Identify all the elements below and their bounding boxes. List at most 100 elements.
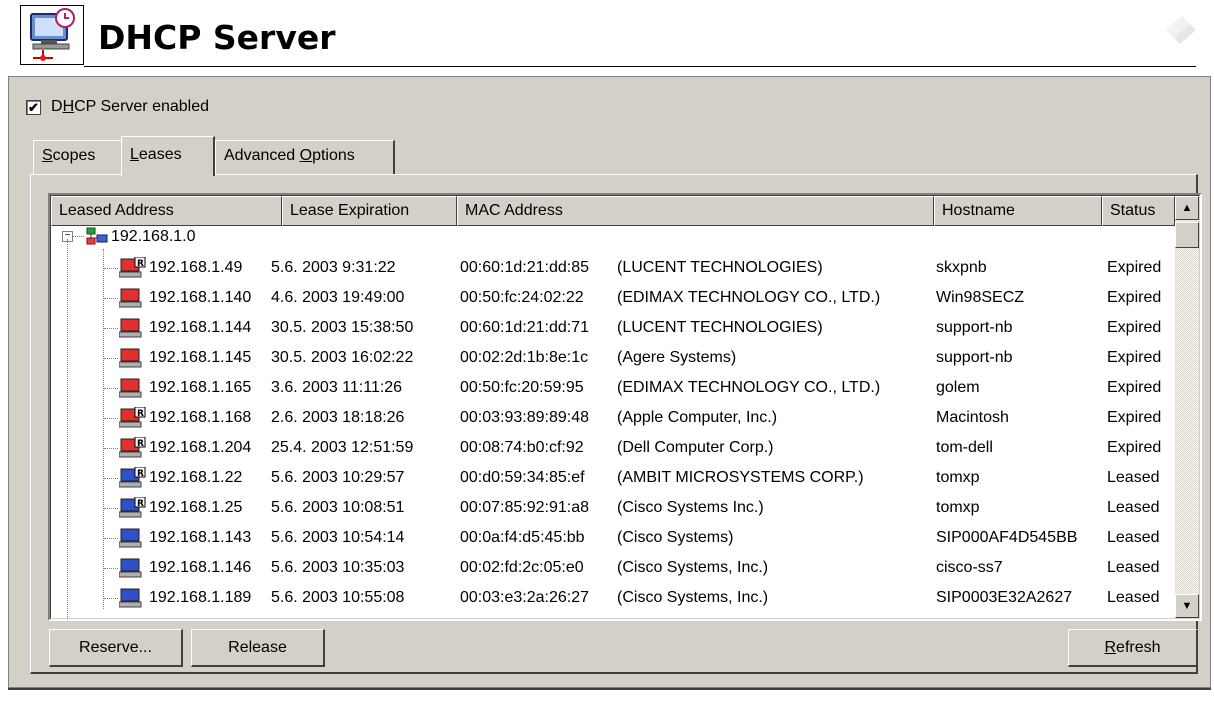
header-divider — [84, 66, 1196, 67]
mac-vendor: (AMBIT MICROSYSTEMS CORP.) — [617, 469, 864, 486]
lease-row[interactable]: 192.168.1.140 4.6. 2003 19:49:00 00:50:fc:… — [51, 283, 1173, 313]
computer-icon — [118, 287, 143, 309]
lease-expiration: 5.6. 2003 10:08:51 — [271, 499, 405, 516]
tab-advanced-options[interactable]: Advanced Options — [215, 140, 395, 174]
vertical-scrollbar[interactable]: ▲ ▼ — [1175, 196, 1199, 618]
computer-icon — [118, 527, 143, 549]
mac-vendor: (Cisco Systems, Inc.) — [617, 589, 769, 606]
dhcp-enabled-row[interactable]: ✔ DHCP Server enabled — [26, 97, 209, 117]
lease-row[interactable]: 192.168.1.165 3.6. 2003 11:11:26 00:50:fc:… — [51, 373, 1173, 403]
mac-address: 00:07:85:92:91:a8 — [460, 499, 590, 516]
hostname: tomxp — [936, 469, 980, 486]
hostname: support-nb — [936, 349, 1013, 366]
mac-vendor: (Cisco Systems) — [617, 529, 734, 546]
mac-vendor: (LUCENT TECHNOLOGIES) — [617, 259, 823, 276]
lease-address: 192.168.1.140 — [149, 289, 252, 306]
lease-row[interactable]: 192.168.1.189 5.6. 2003 10:55:08 00:03:e3:… — [51, 583, 1173, 613]
scrollbar-thumb[interactable] — [1175, 222, 1199, 248]
lease-address: 192.168.1.146 — [149, 559, 252, 576]
lease-status: Expired — [1107, 379, 1162, 396]
lease-expiration: 30.5. 2003 16:02:22 — [271, 349, 414, 366]
refresh-button[interactable]: Refresh — [1068, 629, 1198, 667]
lease-address: 192.168.1.144 — [149, 319, 252, 336]
lease-status: Leased — [1107, 559, 1160, 576]
hostname: tomxp — [936, 499, 980, 516]
lease-row[interactable]: R 192.168.1.25 5.6. 2003 10:08:51 00:07:85:… — [51, 493, 1173, 523]
computer-icon — [118, 347, 143, 369]
svg-text:R: R — [137, 409, 144, 419]
lease-expiration: 2.6. 2003 18:18:26 — [271, 409, 405, 426]
lease-row[interactable]: 192.168.1.145 30.5. 2003 16:02:22 00:02:2d… — [51, 343, 1173, 373]
tab-leases[interactable]: Leases — [121, 136, 215, 176]
hostname: support-nb — [936, 319, 1013, 336]
panel-shadow — [8, 688, 1211, 690]
mac-address: 00:03:93:89:89:48 — [460, 409, 590, 426]
svg-text:R: R — [137, 469, 144, 479]
lease-address: 192.168.1.22 — [149, 469, 243, 486]
lease-expiration: 5.6. 2003 10:35:03 — [271, 559, 405, 576]
lease-address: 192.168.1.189 — [149, 589, 252, 606]
lease-row[interactable]: R 192.168.1.168 2.6. 2003 18:18:26 00:03:93… — [51, 403, 1173, 433]
hostname: golem — [936, 379, 980, 396]
dhcp-server-icon — [20, 5, 84, 65]
lease-status: Expired — [1107, 259, 1162, 276]
lease-row[interactable]: 192.168.1.143 5.6. 2003 10:54:14 00:0a:f4:… — [51, 523, 1173, 553]
lease-row[interactable]: 192.168.1.144 30.5. 2003 15:38:50 00:60:1d… — [51, 313, 1173, 343]
dhcp-enabled-checkbox[interactable]: ✔ — [26, 99, 41, 115]
lease-expiration: 5.6. 2003 10:55:08 — [271, 589, 405, 606]
lease-row[interactable]: R 192.168.1.204 25.4. 2003 12:51:59 00:08:7… — [51, 433, 1173, 463]
mac-vendor: (Cisco Systems, Inc.) — [617, 559, 769, 576]
lease-address: 192.168.1.165 — [149, 379, 252, 396]
lease-expiration: 30.5. 2003 15:38:50 — [271, 319, 414, 336]
dhcp-enabled-label: DHCP Server enabled — [51, 98, 210, 115]
lease-address: 192.168.1.168 — [149, 409, 252, 426]
lease-row[interactable]: R 192.168.1.49 5.6. 2003 9:31:22 00:60:1d:2… — [51, 253, 1173, 283]
scroll-up-icon[interactable]: ▲ — [1175, 196, 1199, 220]
hostname: skxpnb — [936, 259, 987, 276]
hostname: SIP0003E32A2627 — [936, 589, 1073, 606]
reserve-button[interactable]: Reserve... — [49, 629, 183, 667]
reserved-computer-icon: R — [118, 466, 146, 489]
hostname: Win98SECZ — [936, 289, 1025, 306]
scope-row[interactable]: −192.168.1.0 — [51, 222, 1173, 252]
mac-address: 00:0a:f4:d5:45:bb — [460, 529, 585, 546]
reserved-computer-icon: R — [118, 436, 146, 459]
reserved-computer-icon: R — [118, 496, 146, 519]
lease-row[interactable]: R 192.168.1.22 5.6. 2003 10:29:57 00:d0:59:… — [51, 463, 1173, 493]
svg-text:R: R — [137, 259, 144, 269]
computer-icon — [118, 317, 143, 339]
scroll-down-icon[interactable]: ▼ — [1175, 594, 1199, 618]
lease-status: Expired — [1107, 439, 1162, 456]
mac-address: 00:02:fd:2c:05:e0 — [460, 559, 584, 576]
hostname: tom-dell — [936, 439, 993, 456]
lease-address: 192.168.1.25 — [149, 499, 243, 516]
svg-text:R: R — [137, 439, 144, 449]
mac-address: 00:60:1d:21:dd:71 — [460, 319, 590, 336]
mac-vendor: (Apple Computer, Inc.) — [617, 409, 778, 426]
lease-address: 192.168.1.204 — [149, 439, 252, 456]
lease-expiration: 3.6. 2003 11:11:26 — [271, 379, 403, 396]
lease-status: Expired — [1107, 319, 1162, 336]
lease-status: Expired — [1107, 349, 1162, 366]
lease-expiration: 5.6. 2003 9:31:22 — [271, 259, 396, 276]
lease-status: Leased — [1107, 529, 1160, 546]
reserved-computer-icon: R — [118, 406, 146, 429]
lease-address: 192.168.1.145 — [149, 349, 252, 366]
hostname: Macintosh — [936, 409, 1009, 426]
mac-address: 00:50:fc:20:59:95 — [460, 379, 584, 396]
mac-address: 00:03:e3:2a:26:27 — [460, 589, 590, 606]
lease-row[interactable]: 192.168.1.146 5.6. 2003 10:35:03 00:02:fd:… — [51, 553, 1173, 583]
mac-vendor: (Agere Systems) — [617, 349, 737, 366]
scope-address: 192.168.1.0 — [111, 228, 196, 245]
tab-scopes[interactable]: Scopes — [33, 140, 123, 174]
lease-address: 192.168.1.143 — [149, 529, 252, 546]
lease-status: Expired — [1107, 409, 1162, 426]
page-title: DHCP Server — [98, 18, 336, 57]
mac-address: 00:02:2d:1b:8e:1c — [460, 349, 589, 366]
hostname: cisco-ss7 — [936, 559, 1003, 576]
mac-vendor: (EDIMAX TECHNOLOGY CO., LTD.) — [617, 379, 881, 396]
computer-icon — [118, 377, 143, 399]
release-button[interactable]: Release — [191, 629, 325, 667]
leases-list[interactable]: Leased Address Lease Expiration MAC Addr… — [48, 193, 1202, 621]
svg-text:R: R — [137, 499, 144, 509]
